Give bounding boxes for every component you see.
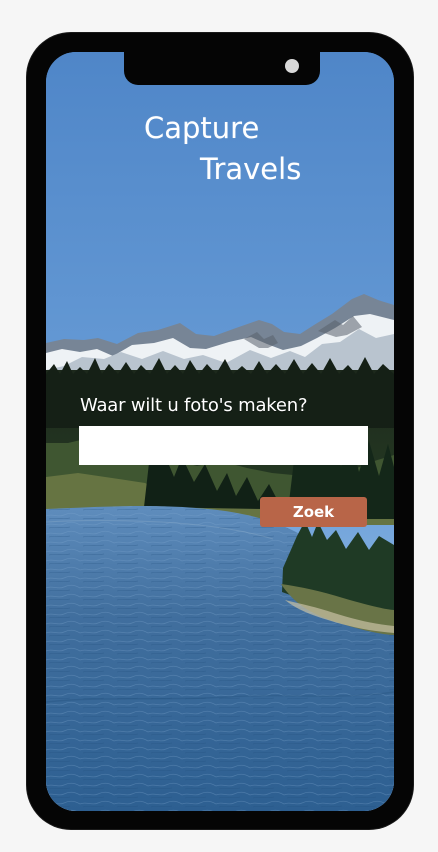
app-canvas: Capture Travels Waar wilt u foto's maken… [0,0,438,852]
front-camera-icon [285,59,299,73]
search-prompt: Waar wilt u foto's maken? [80,395,308,416]
destination-search-input[interactable] [79,426,368,465]
phone-notch [124,52,320,85]
app-title-line-1: Capture [144,111,260,145]
search-button[interactable]: Zoek [260,497,367,527]
phone-screen: Capture Travels Waar wilt u foto's maken… [46,52,394,811]
app-title-line-2: Travels [200,152,302,186]
phone-frame: Capture Travels Waar wilt u foto's maken… [27,33,413,829]
